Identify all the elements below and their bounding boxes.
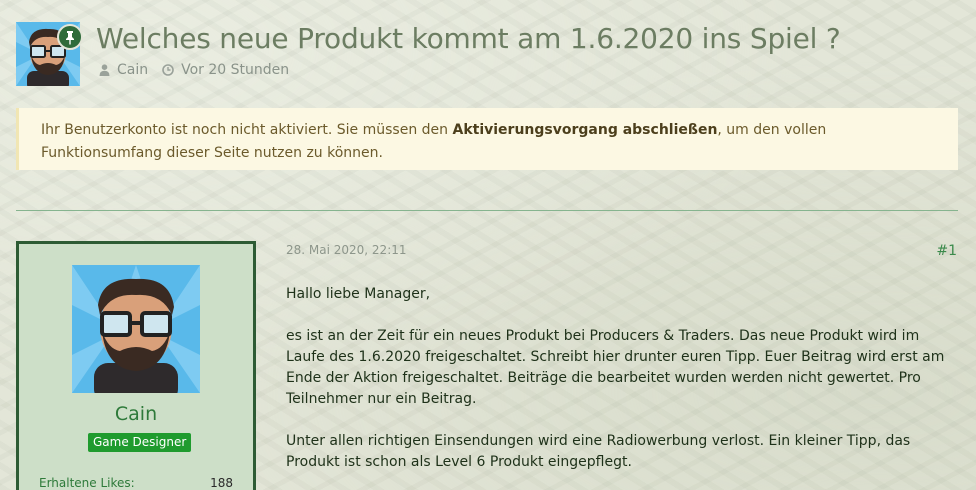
avatar-image: [72, 265, 200, 393]
likes-value: 188: [210, 476, 233, 490]
activation-notice: Ihr Benutzerkonto ist noch nicht aktivie…: [16, 108, 958, 170]
user-icon: [99, 64, 110, 76]
likes-label: Erhaltene Likes:: [39, 476, 135, 490]
post-number[interactable]: #1: [936, 243, 957, 259]
clock-icon: [162, 64, 174, 76]
divider: [16, 210, 958, 211]
user-name[interactable]: Cain: [19, 403, 253, 425]
post-paragraph: es ist an der Zeit für ein neues Produkt…: [286, 328, 945, 407]
rank-badge: Game Designer: [88, 433, 192, 452]
post-date[interactable]: 28. Mai 2020, 22:11: [286, 243, 407, 257]
thread-author[interactable]: Cain: [99, 62, 148, 78]
post-content: Hallo liebe Manager, es ist an der Zeit …: [286, 284, 951, 490]
author-name[interactable]: Cain: [117, 62, 148, 78]
thread-meta: Cain Vor 20 Stunden: [99, 62, 303, 78]
user-sidebar: Cain Game Designer Erhaltene Likes: 188: [16, 241, 256, 490]
post-paragraph: Unter allen richtigen Einsendungen wird …: [286, 433, 911, 470]
sticky-badge: [57, 24, 83, 50]
time-ago: Vor 20 Stunden: [181, 62, 290, 78]
page-title: Welches neue Produkt kommt am 1.6.2020 i…: [96, 22, 841, 55]
activation-link[interactable]: Aktivierungsvorgang abschließen: [452, 122, 717, 138]
thread-header: Welches neue Produkt kommt am 1.6.2020 i…: [16, 22, 956, 92]
thread-time: Vor 20 Stunden: [162, 62, 289, 78]
user-avatar[interactable]: [72, 265, 200, 393]
pin-icon: [66, 31, 74, 45]
post-paragraph: Hallo liebe Manager,: [286, 286, 431, 302]
notice-text: Ihr Benutzerkonto ist noch nicht aktivie…: [41, 122, 453, 138]
